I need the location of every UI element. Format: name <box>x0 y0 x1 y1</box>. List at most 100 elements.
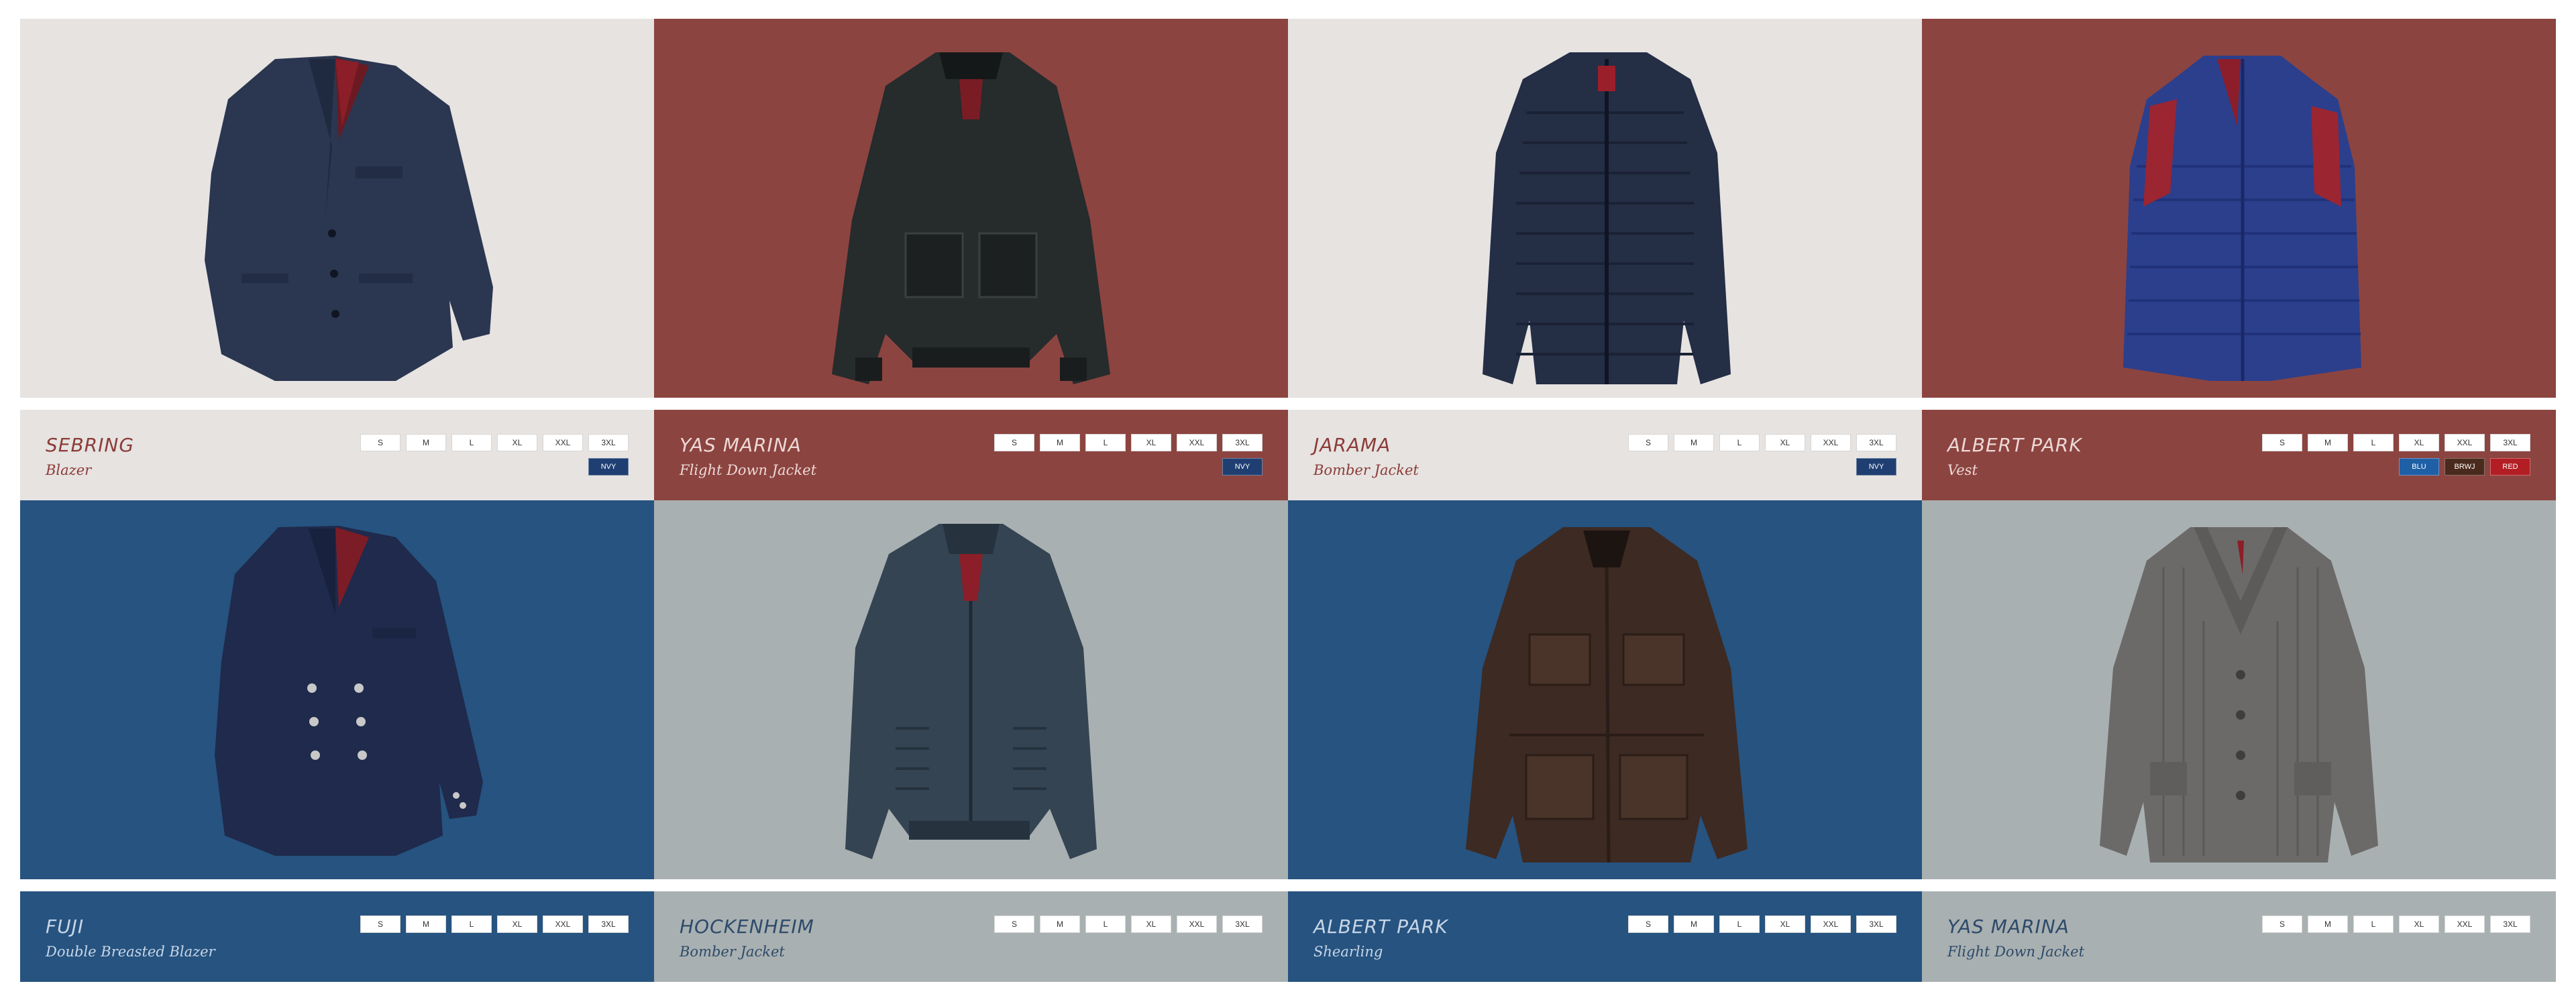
size-option-3xl[interactable]: 3XL <box>1222 915 1263 933</box>
product-info-panel: HOCKENHEIM Bomber Jacket S M L XL XXL 3X… <box>654 891 1288 982</box>
size-option-xxl[interactable]: XXL <box>1811 915 1851 933</box>
size-option-xxl[interactable]: XXL <box>1177 915 1217 933</box>
size-option-s[interactable]: S <box>994 915 1034 933</box>
product-info-panel: ALBERT PARK Vest S M L XL XXL 3XL BLU BR… <box>1922 410 2556 500</box>
size-option-l[interactable]: L <box>2353 434 2394 451</box>
product-type: Blazer <box>46 462 92 478</box>
size-option-3xl[interactable]: 3XL <box>1856 434 1896 451</box>
product-card-image[interactable] <box>1922 19 2556 398</box>
blue-quilted-vest-image <box>2123 56 2361 381</box>
size-option-l[interactable]: L <box>1719 434 1760 451</box>
product-name[interactable]: JARAMA <box>1313 434 1391 456</box>
color-swatch-brown[interactable]: BRWJ <box>2445 458 2485 476</box>
size-option-3xl[interactable]: 3XL <box>1856 915 1896 933</box>
size-option-m[interactable]: M <box>1674 915 1714 933</box>
product-catalog: SEBRING Blazer S M L XL XXL 3XL NVY YAS … <box>20 19 2556 983</box>
size-option-m[interactable]: M <box>1040 434 1080 451</box>
size-option-s[interactable]: S <box>994 434 1034 451</box>
size-option-xxl[interactable]: XXL <box>2445 434 2485 451</box>
size-option-l[interactable]: L <box>1719 915 1760 933</box>
size-option-s[interactable]: S <box>1628 434 1668 451</box>
product-type: Bomber Jacket <box>680 944 785 960</box>
size-selector: S M L XL XXL 3XL <box>1628 434 1896 451</box>
product-info-panel: ALBERT PARK Shearling S M L XL XXL 3XL <box>1288 891 1922 982</box>
size-selector: S M L XL XXL 3XL <box>360 434 629 451</box>
size-option-m[interactable]: M <box>2308 915 2348 933</box>
size-option-3xl[interactable]: 3XL <box>2490 915 2530 933</box>
color-swatch-red[interactable]: RED <box>2490 458 2530 476</box>
product-info-panel: JARAMA Bomber Jacket S M L XL XXL 3XL NV… <box>1288 410 1922 500</box>
size-option-xxl[interactable]: XXL <box>543 915 583 933</box>
color-swatch-navy[interactable]: NVY <box>1222 458 1263 476</box>
size-option-s[interactable]: S <box>360 915 400 933</box>
size-option-l[interactable]: L <box>1085 434 1126 451</box>
size-option-l[interactable]: L <box>1085 915 1126 933</box>
size-option-s[interactable]: S <box>1628 915 1668 933</box>
product-card-image[interactable] <box>654 19 1288 398</box>
size-option-3xl[interactable]: 3XL <box>588 434 629 451</box>
size-selector: S M L XL XXL 3XL <box>994 915 1263 933</box>
size-option-l[interactable]: L <box>2353 915 2394 933</box>
color-swatch-navy[interactable]: NVY <box>588 458 629 476</box>
size-selector: S M L XL XXL 3XL <box>2262 915 2530 933</box>
size-option-xl[interactable]: XL <box>1131 434 1171 451</box>
size-option-s[interactable]: S <box>2262 915 2302 933</box>
size-option-l[interactable]: L <box>451 434 492 451</box>
product-type: Flight Down Jacket <box>680 462 817 478</box>
product-name[interactable]: SEBRING <box>46 434 134 456</box>
size-option-xxl[interactable]: XXL <box>1177 434 1217 451</box>
brown-suede-jacket-image <box>1466 527 1748 863</box>
grey-knit-cardigan-image <box>2100 527 2378 862</box>
product-card-image[interactable] <box>1288 19 1922 398</box>
size-option-3xl[interactable]: 3XL <box>2490 434 2530 451</box>
size-option-m[interactable]: M <box>2308 434 2348 451</box>
color-swatch-navy[interactable]: NVY <box>1856 458 1896 476</box>
size-option-xl[interactable]: XL <box>497 434 537 451</box>
product-name[interactable]: HOCKENHEIM <box>680 915 814 938</box>
product-name[interactable]: YAS MARINA <box>1947 915 2070 938</box>
product-type: Shearling <box>1313 944 1383 960</box>
product-card-image[interactable] <box>1922 500 2556 879</box>
product-card-image[interactable] <box>20 19 654 398</box>
size-option-s[interactable]: S <box>360 434 400 451</box>
size-selector: S M L XL XXL 3XL <box>994 434 1263 451</box>
size-option-3xl[interactable]: 3XL <box>588 915 629 933</box>
color-selector: BLU BRWJ RED <box>2399 458 2530 476</box>
size-option-m[interactable]: M <box>1674 434 1714 451</box>
size-option-xl[interactable]: XL <box>2399 434 2439 451</box>
product-name[interactable]: YAS MARINA <box>680 434 802 456</box>
product-type: Double Breasted Blazer <box>46 944 215 960</box>
product-name[interactable]: ALBERT PARK <box>1947 434 2082 456</box>
size-option-xl[interactable]: XL <box>1765 915 1805 933</box>
size-option-xxl[interactable]: XXL <box>543 434 583 451</box>
product-info-panel: YAS MARINA Flight Down Jacket S M L XL X… <box>1922 891 2556 982</box>
color-selector: NVY <box>588 458 629 476</box>
product-info-panel: YAS MARINA Flight Down Jacket S M L XL X… <box>654 410 1288 500</box>
navy-blazer-image <box>205 56 493 381</box>
product-type: Vest <box>1947 462 1978 478</box>
size-option-l[interactable]: L <box>451 915 492 933</box>
product-card-image[interactable] <box>20 500 654 879</box>
size-selector: S M L XL XXL 3XL <box>2262 434 2530 451</box>
product-card-image[interactable] <box>654 500 1288 879</box>
size-option-m[interactable]: M <box>406 915 446 933</box>
size-option-xl[interactable]: XL <box>497 915 537 933</box>
product-name[interactable]: FUJI <box>46 915 84 938</box>
size-option-3xl[interactable]: 3XL <box>1222 434 1263 451</box>
color-selector: NVY <box>1856 458 1896 476</box>
size-option-xl[interactable]: XL <box>2399 915 2439 933</box>
size-option-xxl[interactable]: XXL <box>1811 434 1851 451</box>
product-info-panel: FUJI Double Breasted Blazer S M L XL XXL… <box>20 891 654 982</box>
color-swatch-blue[interactable]: BLU <box>2399 458 2439 476</box>
size-option-s[interactable]: S <box>2262 434 2302 451</box>
color-selector: NVY <box>1222 458 1263 476</box>
product-type: Flight Down Jacket <box>1947 944 2085 960</box>
product-name[interactable]: ALBERT PARK <box>1313 915 1448 938</box>
size-option-m[interactable]: M <box>406 434 446 451</box>
size-option-xl[interactable]: XL <box>1131 915 1171 933</box>
navy-double-breasted-blazer-image <box>215 526 483 856</box>
product-card-image[interactable] <box>1288 500 1922 879</box>
size-option-xxl[interactable]: XXL <box>2445 915 2485 933</box>
size-option-m[interactable]: M <box>1040 915 1080 933</box>
size-option-xl[interactable]: XL <box>1765 434 1805 451</box>
